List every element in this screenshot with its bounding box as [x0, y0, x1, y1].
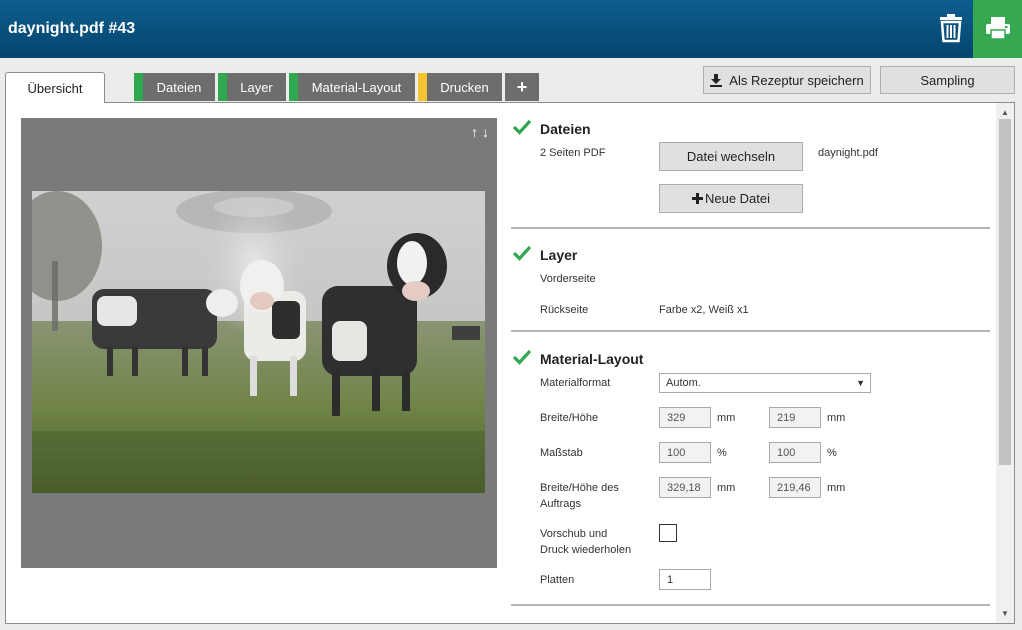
section-layer-title: Layer	[540, 247, 578, 263]
tab-overview-label: Übersicht	[27, 80, 83, 96]
check-icon	[513, 349, 531, 365]
save-recipe-button[interactable]: Als Rezeptur speichern	[703, 66, 871, 94]
check-icon	[513, 119, 531, 135]
tab-dateien[interactable]: Dateien	[134, 73, 215, 101]
change-file-button[interactable]: Datei wechseln	[659, 142, 803, 171]
change-file-label: Datei wechseln	[686, 149, 776, 164]
tab-drucken-label: Drucken	[440, 79, 489, 95]
new-file-label: Neue Datei	[704, 191, 771, 206]
section-divider	[511, 330, 990, 332]
scrollbar-thumb[interactable]	[999, 119, 1011, 465]
sampling-button[interactable]: Sampling	[880, 66, 1015, 94]
scale-label: Maßstab	[540, 447, 583, 459]
section-divider	[511, 227, 990, 229]
vertical-scrollbar[interactable]: ▲ ▼	[996, 103, 1014, 623]
pages-info: 2 Seiten PDF	[540, 147, 606, 159]
tab-status-ok	[218, 73, 227, 101]
job-height-unit: mm	[827, 482, 846, 494]
section-material-title: Material-Layout	[540, 351, 644, 367]
back-side-value: Farbe x2, Weiß x1	[659, 304, 749, 316]
back-side-label: Rückseite	[540, 304, 589, 316]
caret-down-icon: ▼	[856, 378, 865, 388]
repeat-label-line2: Druck wiederholen	[540, 544, 632, 556]
tab-overview[interactable]: Übersicht	[5, 72, 105, 103]
section-dateien-title: Dateien	[540, 121, 591, 137]
reorder-arrows: ↑ ↓	[471, 124, 489, 140]
material-format-select[interactable]: Autom. ▼	[659, 373, 871, 393]
add-tab-button[interactable]: +	[505, 73, 539, 101]
tab-status-warn	[418, 73, 427, 101]
preview-image	[32, 191, 485, 493]
document-title: daynight.pdf #43	[8, 20, 136, 37]
trash-icon[interactable]	[936, 12, 966, 44]
current-filename: daynight.pdf	[818, 147, 878, 159]
scroll-up-icon[interactable]: ▲	[1001, 108, 1009, 117]
plates-input[interactable]: 1	[659, 569, 711, 590]
plus-icon	[691, 193, 703, 204]
printer-icon	[986, 17, 1010, 40]
job-height-input[interactable]: 219,46	[769, 477, 821, 498]
width-input[interactable]: 329	[659, 407, 711, 428]
save-recipe-label: Als Rezeptur speichern	[729, 72, 864, 88]
print-button[interactable]	[973, 0, 1022, 58]
scale-y-input[interactable]: 100	[769, 442, 821, 463]
new-file-button[interactable]: Neue Datei	[659, 184, 803, 213]
scale-y-unit: %	[827, 447, 837, 459]
app-header: daynight.pdf #43	[0, 0, 1022, 58]
check-icon	[513, 245, 531, 261]
tab-drucken[interactable]: Drucken	[418, 73, 502, 101]
material-format-value: Autom.	[666, 377, 701, 389]
tab-status-ok	[134, 73, 143, 101]
arrow-down-icon[interactable]: ↓	[482, 124, 489, 140]
tab-status-ok	[289, 73, 298, 101]
scroll-down-icon[interactable]: ▼	[1001, 609, 1009, 618]
tab-dateien-label: Dateien	[156, 79, 202, 95]
width-unit: mm	[717, 412, 736, 424]
tab-layer[interactable]: Layer	[218, 73, 286, 101]
preview-area: ↑ ↓	[21, 118, 497, 568]
job-size-label-line1: Breite/Höhe des	[540, 482, 619, 494]
job-width-unit: mm	[717, 482, 736, 494]
height-input[interactable]: 219	[769, 407, 821, 428]
download-icon	[710, 73, 723, 87]
plus-icon: +	[516, 76, 528, 97]
tab-material-layout[interactable]: Material-Layout	[289, 73, 415, 101]
sampling-label: Sampling	[920, 72, 975, 88]
tab-layer-label: Layer	[240, 79, 273, 95]
front-side-label: Vorderseite	[540, 273, 596, 285]
material-format-label: Materialformat	[540, 377, 611, 389]
size-label: Breite/Höhe	[540, 412, 599, 424]
arrow-up-icon[interactable]: ↑	[471, 124, 478, 140]
job-width-input[interactable]: 329,18	[659, 477, 711, 498]
tab-material-layout-label: Material-Layout	[311, 79, 402, 95]
scale-x-unit: %	[717, 447, 727, 459]
plates-label: Platten	[540, 574, 575, 586]
section-divider	[511, 604, 990, 606]
job-size-label-line2: Auftrags	[540, 498, 581, 510]
scale-x-input[interactable]: 100	[659, 442, 711, 463]
height-unit: mm	[827, 412, 846, 424]
repeat-label-line1: Vorschub und	[540, 528, 608, 540]
overview-panel: ↑ ↓ Dateien 2 Seiten PDF Datei wechseln …	[5, 102, 1015, 624]
repeat-checkbox[interactable]	[659, 524, 677, 542]
